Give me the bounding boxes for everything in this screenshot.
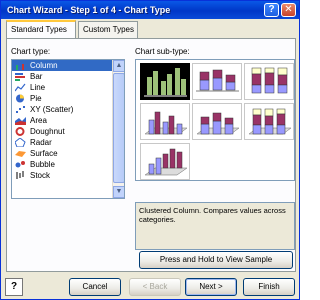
- chart-wizard-dialog: Chart Wizard - Step 1 of 4 - Chart Type …: [0, 0, 300, 300]
- chart-type-item[interactable]: Area: [12, 115, 124, 126]
- help-title-button[interactable]: ?: [264, 3, 279, 17]
- chart-type-item[interactable]: Doughnut: [12, 126, 124, 137]
- 3d-percent-stacked-column-icon: [248, 108, 292, 135]
- bubble-chart-icon: [15, 160, 26, 169]
- chart-type-item[interactable]: Surface: [12, 148, 124, 159]
- scroll-up-arrow-icon[interactable]: ▲: [113, 60, 124, 72]
- column-chart-icon: [15, 61, 26, 70]
- chart-type-item[interactable]: XY (Scatter): [12, 104, 124, 115]
- surface-chart-icon: [15, 149, 26, 158]
- chart-type-item[interactable]: Column: [12, 60, 124, 71]
- chart-type-scrollbar[interactable]: ▲ ▼: [112, 60, 124, 198]
- chart-type-item-label: XY (Scatter): [30, 105, 74, 114]
- subtype-3d-clustered-column[interactable]: [140, 103, 190, 140]
- chart-type-item-label: Column: [30, 61, 58, 70]
- bar-chart-icon: [15, 72, 26, 81]
- stock-chart-icon: [15, 171, 26, 180]
- subtype-3d-stacked-column[interactable]: [192, 103, 242, 140]
- scatter-chart-icon: [15, 105, 26, 114]
- chart-type-item-label: Line: [30, 83, 46, 92]
- 3d-stacked-column-icon: [196, 112, 240, 135]
- finish-button[interactable]: Finish: [243, 278, 295, 296]
- subtype-3d-column[interactable]: [140, 143, 190, 180]
- chart-type-item-label: Stock: [30, 171, 51, 180]
- clustered-column-icon: [144, 68, 187, 97]
- press-hold-sample-label: Press and Hold to View Sample: [159, 255, 273, 264]
- line-chart-icon: [14, 83, 26, 92]
- chart-type-item-label: Bar: [30, 72, 43, 81]
- press-hold-sample-button[interactable]: Press and Hold to View Sample: [139, 251, 293, 269]
- radar-chart-icon: [14, 137, 26, 148]
- tab-panel: Chart type: Column Bar Line Pie XY (Scatter)…: [6, 38, 296, 272]
- chart-type-items: Column Bar Line Pie XY (Scatter) Area Doughnut…: [12, 60, 124, 181]
- window-title: Chart Wizard - Step 1 of 4 - Chart Type: [7, 5, 171, 15]
- chart-type-list[interactable]: Column Bar Line Pie XY (Scatter) Area Doughnut…: [11, 59, 125, 199]
- chart-type-item[interactable]: Bubble: [12, 159, 124, 170]
- next-button[interactable]: Next >: [185, 278, 237, 296]
- subtype-clustered-column[interactable]: [140, 63, 190, 100]
- chart-type-item[interactable]: Bar: [12, 71, 124, 82]
- scroll-down-arrow-icon[interactable]: ▼: [113, 186, 124, 198]
- chart-type-item-label: Radar: [30, 138, 52, 147]
- 3d-column-icon: [144, 148, 188, 176]
- percent-stacked-column-icon: [251, 67, 288, 94]
- chart-type-item-label: Doughnut: [30, 127, 65, 136]
- scroll-thumb[interactable]: [113, 73, 124, 183]
- subtype-3d-100-stacked-column[interactable]: [244, 103, 294, 140]
- chart-type-item-label: Pie: [30, 94, 42, 103]
- chart-type-item[interactable]: Radar: [12, 137, 124, 148]
- chart-subtype-grid: [135, 59, 295, 181]
- title-bar[interactable]: Chart Wizard - Step 1 of 4 - Chart Type …: [1, 1, 299, 19]
- chart-type-item-label: Area: [30, 116, 47, 125]
- chart-type-item-label: Bubble: [30, 160, 55, 169]
- tab-standard-types[interactable]: Standard Types: [6, 20, 76, 38]
- close-button[interactable]: ✕: [281, 3, 296, 17]
- chart-type-item[interactable]: Line: [12, 82, 124, 93]
- stacked-column-icon: [196, 69, 239, 92]
- tab-custom-types[interactable]: Custom Types: [78, 21, 138, 38]
- chart-subtype-label: Chart sub-type:: [135, 47, 190, 56]
- 3d-clustered-column-icon: [144, 111, 188, 135]
- chart-type-label: Chart type:: [11, 47, 51, 56]
- subtype-description: Clustered Column. Compares values across…: [135, 202, 295, 250]
- help-button[interactable]: ?: [5, 278, 23, 296]
- area-chart-icon: [15, 116, 26, 125]
- cancel-button[interactable]: Cancel: [69, 278, 121, 296]
- chart-type-item[interactable]: Stock: [12, 170, 124, 181]
- doughnut-chart-icon: [15, 127, 26, 136]
- chart-type-item-label: Surface: [30, 149, 58, 158]
- subtype-100-stacked-column[interactable]: [244, 63, 294, 100]
- chart-type-item[interactable]: Pie: [12, 93, 124, 104]
- subtype-stacked-column[interactable]: [192, 63, 242, 100]
- back-button[interactable]: < Back: [129, 278, 181, 296]
- pie-chart-icon: [15, 94, 26, 103]
